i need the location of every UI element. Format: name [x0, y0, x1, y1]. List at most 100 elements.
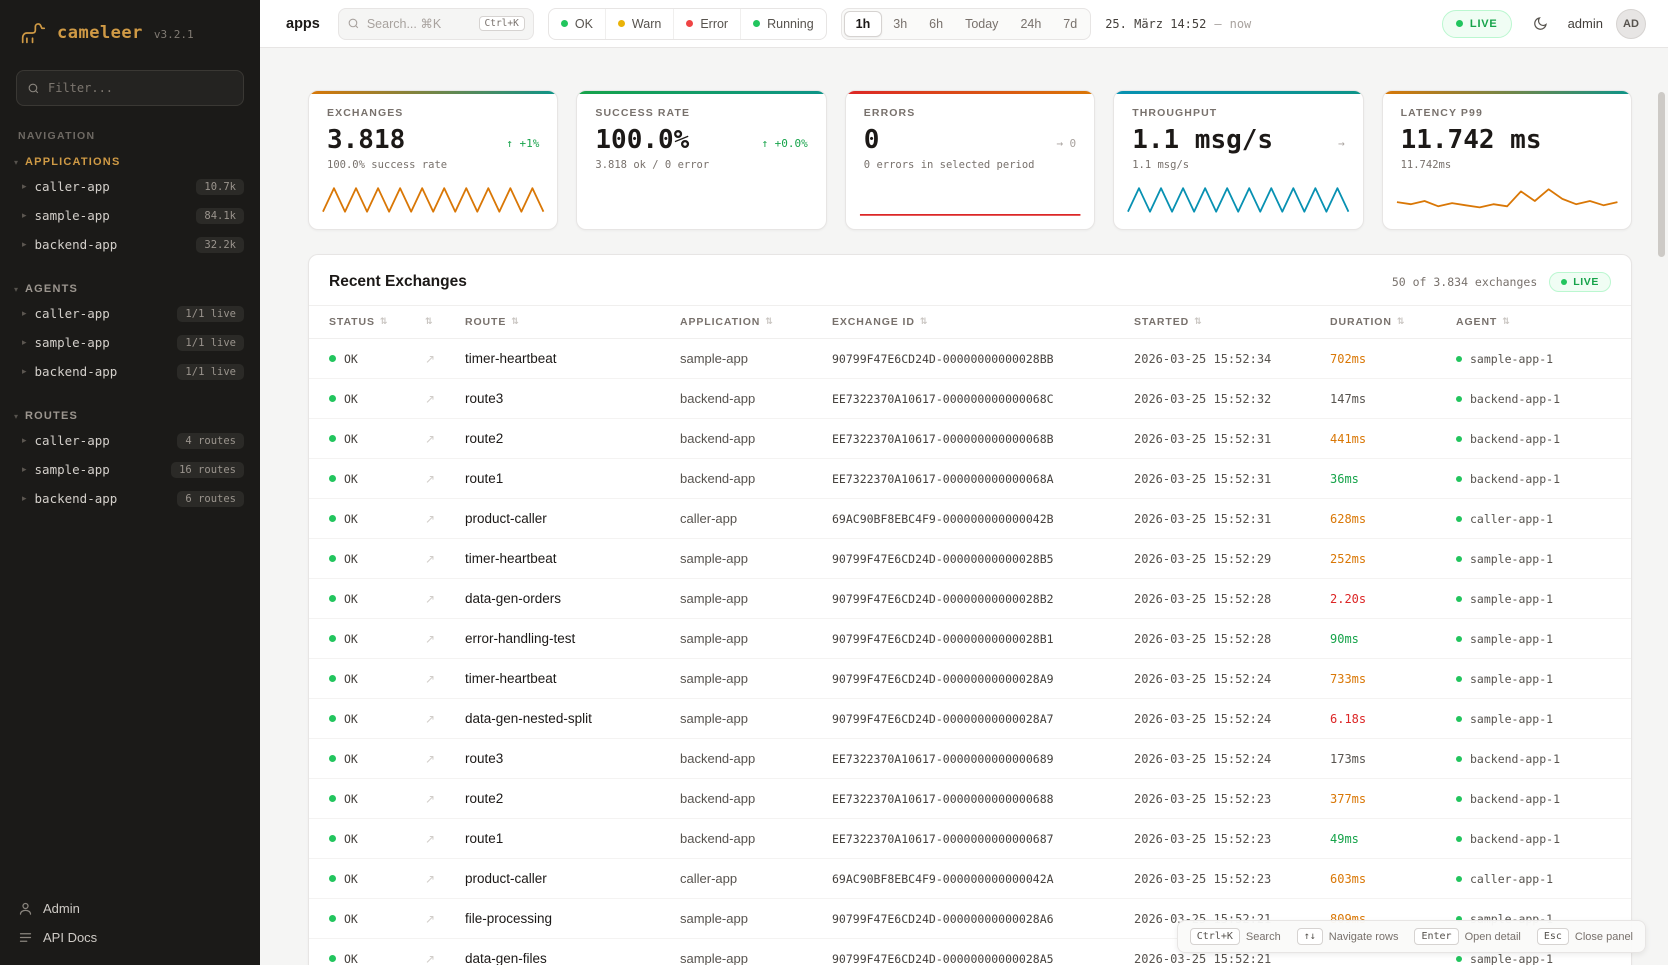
table-row[interactable]: OK↗data-gen-orderssample-app90799F47E6CD…	[309, 579, 1631, 619]
expand-row-icon[interactable]: ↗	[425, 912, 465, 926]
expand-row-icon[interactable]: ↗	[425, 832, 465, 846]
api-docs-icon	[18, 930, 33, 945]
route-cell: product-caller	[465, 511, 680, 526]
range-today[interactable]: Today	[954, 11, 1009, 37]
sidebar-item-api-docs[interactable]: API Docs	[18, 930, 242, 945]
agent-name: sample-app-1	[1470, 952, 1553, 965]
filter-chip-running[interactable]: Running	[740, 9, 826, 39]
hint-close-panel: EscClose panel	[1537, 928, 1633, 945]
duration-cell: 36ms	[1330, 472, 1456, 486]
filter-chip-warn[interactable]: Warn	[605, 9, 673, 39]
expand-row-icon[interactable]: ↗	[425, 792, 465, 806]
column-header-started[interactable]: STARTED⇅	[1134, 316, 1330, 328]
sidebar-item-applications-backend-app[interactable]: ▸backend-app32.2k	[0, 230, 260, 259]
card-accent-bar	[1114, 91, 1362, 94]
section-header-routes[interactable]: ▾ROUTES	[0, 404, 260, 426]
column-header-status[interactable]: STATUS⇅	[329, 316, 425, 328]
range-6h[interactable]: 6h	[918, 11, 954, 37]
column-header-agent[interactable]: AGENT⇅	[1456, 316, 1611, 328]
column-header-route[interactable]: ROUTE⇅	[465, 316, 680, 328]
table-row[interactable]: OK↗route1backend-appEE7322370A10617-0000…	[309, 459, 1631, 499]
exchange-id-cell: 90799F47E6CD24D-00000000000028B1	[832, 632, 1134, 646]
expand-row-icon[interactable]: ↗	[425, 952, 465, 965]
table-row[interactable]: OK↗route3backend-appEE7322370A10617-0000…	[309, 739, 1631, 779]
search-input[interactable]	[367, 17, 472, 31]
section-label: APPLICATIONS	[25, 156, 120, 168]
date-range[interactable]: 25. März 14:52 — now	[1105, 17, 1251, 31]
section-header-agents[interactable]: ▾AGENTS	[0, 277, 260, 299]
expand-row-icon[interactable]: ↗	[425, 512, 465, 526]
scrollbar[interactable]	[1658, 92, 1665, 257]
sidebar-item-agents-backend-app[interactable]: ▸backend-app1/1 live	[0, 357, 260, 386]
stat-trend: → 0	[1056, 137, 1076, 150]
sidebar-item-agents-sample-app[interactable]: ▸sample-app1/1 live	[0, 328, 260, 357]
global-search[interactable]: Ctrl+K	[338, 8, 534, 40]
column-header-duration[interactable]: DURATION⇅	[1330, 316, 1456, 328]
application-cell: sample-app	[680, 351, 832, 366]
agent-cell: sample-app-1	[1456, 952, 1611, 965]
sidebar-item-routes-sample-app[interactable]: ▸sample-app16 routes	[0, 455, 260, 484]
expand-row-icon[interactable]: ↗	[425, 632, 465, 646]
column-header-application[interactable]: APPLICATION⇅	[680, 316, 832, 328]
section-header-applications[interactable]: ▾APPLICATIONS	[0, 150, 260, 172]
table-row[interactable]: OK↗timer-heartbeatsample-app90799F47E6CD…	[309, 659, 1631, 699]
expand-row-icon[interactable]: ↗	[425, 752, 465, 766]
table-row[interactable]: OK↗timer-heartbeatsample-app90799F47E6CD…	[309, 539, 1631, 579]
table-row[interactable]: OK↗route1backend-appEE7322370A10617-0000…	[309, 819, 1631, 859]
sidebar-item-agents-caller-app[interactable]: ▸caller-app1/1 live	[0, 299, 260, 328]
expand-row-icon[interactable]: ↗	[425, 432, 465, 446]
table-row[interactable]: OK↗route3backend-appEE7322370A10617-0000…	[309, 379, 1631, 419]
column-label: DURATION	[1330, 316, 1392, 328]
agent-name: sample-app-1	[1470, 672, 1553, 686]
live-dot	[1561, 279, 1567, 285]
column-label: EXCHANGE ID	[832, 316, 915, 328]
avatar[interactable]: AD	[1616, 9, 1646, 39]
table-head: Recent Exchanges 50 of 3.834 exchanges L…	[309, 255, 1631, 305]
route-cell: data-gen-orders	[465, 591, 680, 606]
range-7d[interactable]: 7d	[1052, 11, 1088, 37]
range-3h[interactable]: 3h	[882, 11, 918, 37]
table-row[interactable]: OK↗route2backend-appEE7322370A10617-0000…	[309, 779, 1631, 819]
status-text: OK	[344, 632, 358, 646]
route-cell: timer-heartbeat	[465, 351, 680, 366]
live-toggle[interactable]: LIVE	[1442, 10, 1512, 38]
live-label: LIVE	[1470, 18, 1498, 30]
expand-row-icon[interactable]: ↗	[425, 552, 465, 566]
exchange-id-cell: 90799F47E6CD24D-00000000000028A6	[832, 912, 1134, 926]
status-ok-dot	[329, 915, 336, 922]
agent-name: sample-app-1	[1470, 552, 1553, 566]
expand-row-icon[interactable]: ↗	[425, 592, 465, 606]
table-row[interactable]: OK↗data-gen-nested-splitsample-app90799F…	[309, 699, 1631, 739]
expand-row-icon[interactable]: ↗	[425, 872, 465, 886]
table-row[interactable]: OK↗product-callercaller-app69AC90BF8EBC4…	[309, 859, 1631, 899]
status-text: OK	[344, 512, 358, 526]
expand-row-icon[interactable]: ↗	[425, 352, 465, 366]
expand-row-icon[interactable]: ↗	[425, 672, 465, 686]
column-header-exchange-id[interactable]: EXCHANGE ID⇅	[832, 316, 1134, 328]
card-accent-bar	[1383, 91, 1631, 94]
table-row[interactable]: OK↗route2backend-appEE7322370A10617-0000…	[309, 419, 1631, 459]
dark-mode-toggle[interactable]	[1525, 9, 1555, 39]
table-live-badge[interactable]: LIVE	[1549, 272, 1611, 292]
expand-row-icon[interactable]: ↗	[425, 472, 465, 486]
status-ok-dot	[329, 955, 336, 962]
column-header-expand[interactable]: ⇅	[425, 317, 465, 327]
sidebar-item-routes-caller-app[interactable]: ▸caller-app4 routes	[0, 426, 260, 455]
sparkline	[1395, 179, 1619, 221]
sidebar-item-applications-sample-app[interactable]: ▸sample-app84.1k	[0, 201, 260, 230]
range-24h[interactable]: 24h	[1009, 11, 1052, 37]
range-1h[interactable]: 1h	[844, 11, 883, 37]
sidebar-item-admin[interactable]: Admin	[18, 901, 242, 916]
filter-input[interactable]	[48, 81, 233, 95]
filter-chip-error[interactable]: Error	[673, 9, 740, 39]
sidebar-item-routes-backend-app[interactable]: ▸backend-app6 routes	[0, 484, 260, 513]
expand-row-icon[interactable]: ↗	[425, 392, 465, 406]
agent-name: caller-app-1	[1470, 872, 1553, 886]
sidebar-filter[interactable]	[16, 70, 244, 106]
expand-row-icon[interactable]: ↗	[425, 712, 465, 726]
table-row[interactable]: OK↗product-callercaller-app69AC90BF8EBC4…	[309, 499, 1631, 539]
filter-chip-ok[interactable]: OK	[549, 9, 605, 39]
table-row[interactable]: OK↗error-handling-testsample-app90799F47…	[309, 619, 1631, 659]
sidebar-item-applications-caller-app[interactable]: ▸caller-app10.7k	[0, 172, 260, 201]
table-row[interactable]: OK↗timer-heartbeatsample-app90799F47E6CD…	[309, 339, 1631, 379]
